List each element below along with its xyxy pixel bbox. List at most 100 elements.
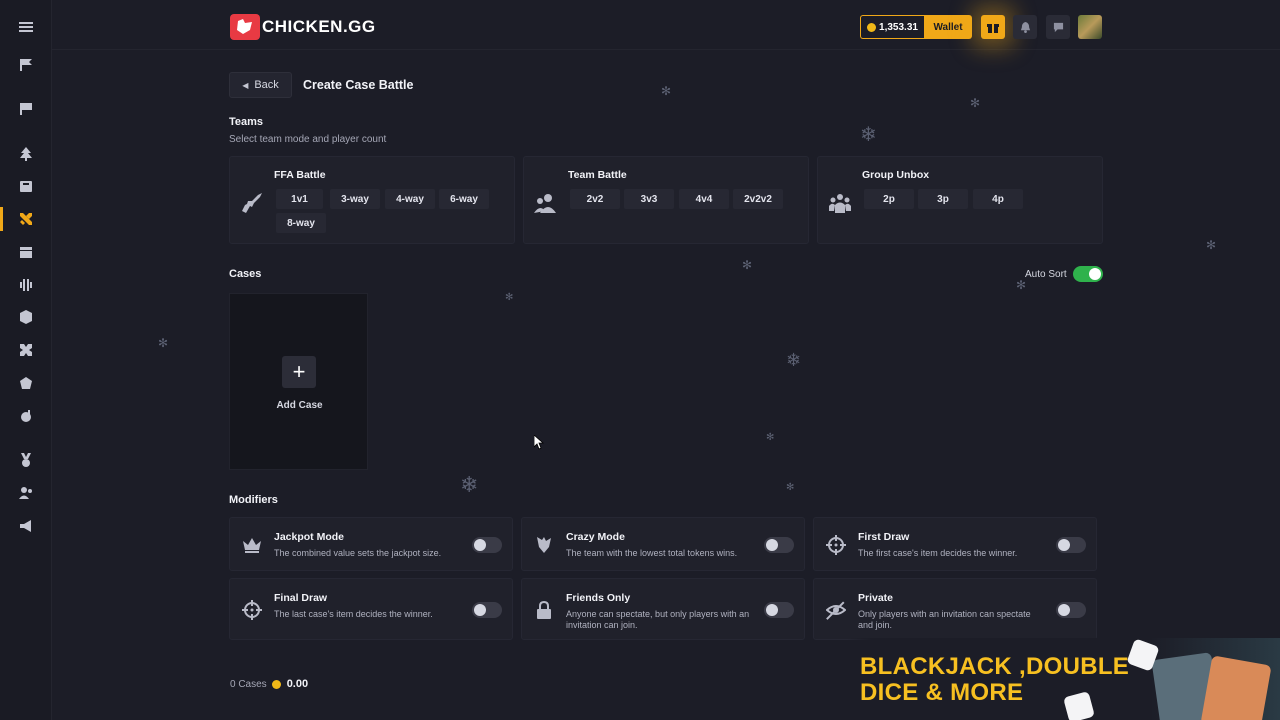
- promo-line1: BLACKJACK ,DOUBLE: [860, 653, 1130, 680]
- bomb-icon[interactable]: [0, 401, 52, 431]
- box-icon[interactable]: [0, 171, 52, 201]
- modifier-desc: The last case's item decides the winner.: [274, 609, 433, 619]
- modifier-final-draw: Final Draw The last case's item decides …: [229, 578, 513, 640]
- avatar[interactable]: [1078, 15, 1102, 39]
- option-4p[interactable]: 4p: [973, 189, 1023, 209]
- snowflake-icon: ✻: [970, 96, 981, 110]
- chicken-icon: [534, 535, 554, 555]
- option-2v2v2[interactable]: 2v2v2: [733, 189, 783, 209]
- modifier-friends-only: Friends Only Anyone can spectate, but on…: [521, 578, 805, 640]
- gift-button[interactable]: [981, 15, 1005, 39]
- store-icon[interactable]: [0, 237, 52, 267]
- flag-icon[interactable]: [0, 94, 52, 124]
- modifier-desc: The team with the lowest total tokens wi…: [566, 548, 738, 558]
- modifier-desc: The combined value sets the jackpot size…: [274, 548, 442, 558]
- tree-icon[interactable]: [0, 139, 52, 169]
- megaphone-icon[interactable]: [0, 511, 52, 541]
- option-3v3[interactable]: 3v3: [624, 189, 674, 209]
- modifier-crazy-mode: Crazy Mode The team with the lowest tota…: [521, 517, 805, 571]
- back-button[interactable]: ◀ Back: [229, 72, 292, 98]
- promo-card-art: [1200, 655, 1272, 720]
- mouse-cursor-icon: [533, 434, 545, 455]
- snowflake-icon: ✻: [742, 258, 753, 272]
- snowflake-icon: ❄: [860, 124, 877, 146]
- first-draw-toggle[interactable]: [1056, 537, 1086, 553]
- crown-icon: [242, 535, 262, 555]
- option-2v2[interactable]: 2v2: [570, 189, 620, 209]
- modifier-desc: Anyone can spectate, but only players wi…: [566, 609, 750, 630]
- modifier-first-draw: First Draw The first case's item decides…: [813, 517, 1097, 571]
- modifier-desc: Only players with an invitation can spec…: [858, 609, 1031, 630]
- snowflake-icon: ❄: [460, 472, 479, 497]
- balance-value: 1,353.31: [879, 21, 918, 33]
- team-battle-title: Team Battle: [568, 169, 627, 181]
- modifier-desc: The first case's item decides the winner…: [858, 548, 1018, 558]
- crosshair-icon: [826, 535, 846, 555]
- option-1v1[interactable]: 1v1: [276, 189, 323, 209]
- private-toggle[interactable]: [1056, 602, 1086, 618]
- crosshair-icon[interactable]: [0, 335, 52, 365]
- option-6-way[interactable]: 6-way: [439, 189, 489, 209]
- chat-button[interactable]: [1046, 15, 1070, 39]
- page-title: Create Case Battle: [303, 78, 414, 92]
- lock-icon: [534, 600, 554, 620]
- plus-icon: +: [282, 356, 316, 388]
- auto-sort-toggle[interactable]: [1073, 266, 1103, 282]
- wallet-button[interactable]: Wallet: [924, 15, 972, 39]
- option-3p[interactable]: 3p: [918, 189, 968, 209]
- snowflake-icon: ✻: [505, 292, 514, 303]
- snowflake-icon: ✻: [766, 432, 775, 443]
- chat-icon: [1053, 22, 1063, 32]
- crosshair-icon: [242, 600, 262, 620]
- snowflake-icon: ❄: [786, 350, 802, 370]
- snowflake-icon: ✻: [786, 482, 795, 493]
- add-case-button[interactable]: + Add Case: [229, 293, 368, 470]
- back-label: Back: [254, 79, 279, 91]
- modifier-title: First Draw: [858, 531, 910, 543]
- eye-off-icon: [825, 600, 847, 620]
- medal-icon[interactable]: [0, 445, 52, 475]
- total-cost: 0.00: [286, 678, 309, 690]
- option-4-way[interactable]: 4-way: [385, 189, 435, 209]
- logo[interactable]: CHICKEN.GG: [230, 14, 376, 40]
- users-icon[interactable]: [0, 478, 52, 508]
- footer-summary: 0 Cases 0.00: [230, 678, 308, 690]
- top-header: CHICKEN.GG 1,353.31 Wallet: [52, 0, 1280, 50]
- cases-title: Cases: [229, 268, 262, 280]
- option-4v4[interactable]: 4v4: [679, 189, 729, 209]
- option-2p[interactable]: 2p: [864, 189, 914, 209]
- chevron-left-icon: ◀: [242, 80, 249, 90]
- cases-count: 0 Cases: [230, 678, 267, 690]
- option-8-way[interactable]: 8-way: [276, 213, 326, 233]
- modifier-private: Private Only players with an invitation …: [813, 578, 1097, 640]
- group-unbox-card: Group Unbox 2p 3p 4p: [817, 156, 1103, 244]
- notifications-button[interactable]: [1013, 15, 1037, 39]
- promo-line2: DICE & MORE: [860, 679, 1024, 706]
- option-3-way[interactable]: 3-way: [330, 189, 380, 209]
- add-case-label: Add Case: [276, 400, 323, 411]
- final-draw-toggle[interactable]: [472, 602, 502, 618]
- flag-icon[interactable]: [0, 50, 52, 80]
- cube-icon[interactable]: [0, 302, 52, 332]
- ffa-battle-title: FFA Battle: [274, 169, 326, 181]
- modifier-jackpot-mode: Jackpot Mode The combined value sets the…: [229, 517, 513, 571]
- menu-icon[interactable]: [0, 12, 52, 42]
- snowflake-icon: ✻: [1016, 278, 1027, 292]
- tag-icon[interactable]: [0, 368, 52, 398]
- coin-icon: [271, 679, 281, 689]
- team-icon: [534, 191, 558, 215]
- friends-only-toggle[interactable]: [764, 602, 794, 618]
- crazy-mode-toggle[interactable]: [764, 537, 794, 553]
- chicken-logo-icon: [230, 14, 260, 40]
- balance-display[interactable]: 1,353.31: [860, 15, 924, 39]
- snowflake-icon: ✻: [1206, 238, 1217, 252]
- group-icon: [828, 191, 852, 215]
- promo-text: BLACKJACK ,DOUBLE DICE & MORE: [860, 654, 1129, 706]
- jackpot-mode-toggle[interactable]: [472, 537, 502, 553]
- modifier-title: Friends Only: [566, 592, 631, 604]
- ffa-battle-card: FFA Battle 1v1 3-way 4-way 6-way 8-way: [229, 156, 515, 244]
- swords-icon[interactable]: [0, 204, 52, 234]
- logo-text: CHICKEN.GG: [262, 17, 376, 36]
- promo-banner[interactable]: BLACKJACK ,DOUBLE DICE & MORE: [846, 638, 1280, 720]
- chart-icon[interactable]: [0, 269, 52, 299]
